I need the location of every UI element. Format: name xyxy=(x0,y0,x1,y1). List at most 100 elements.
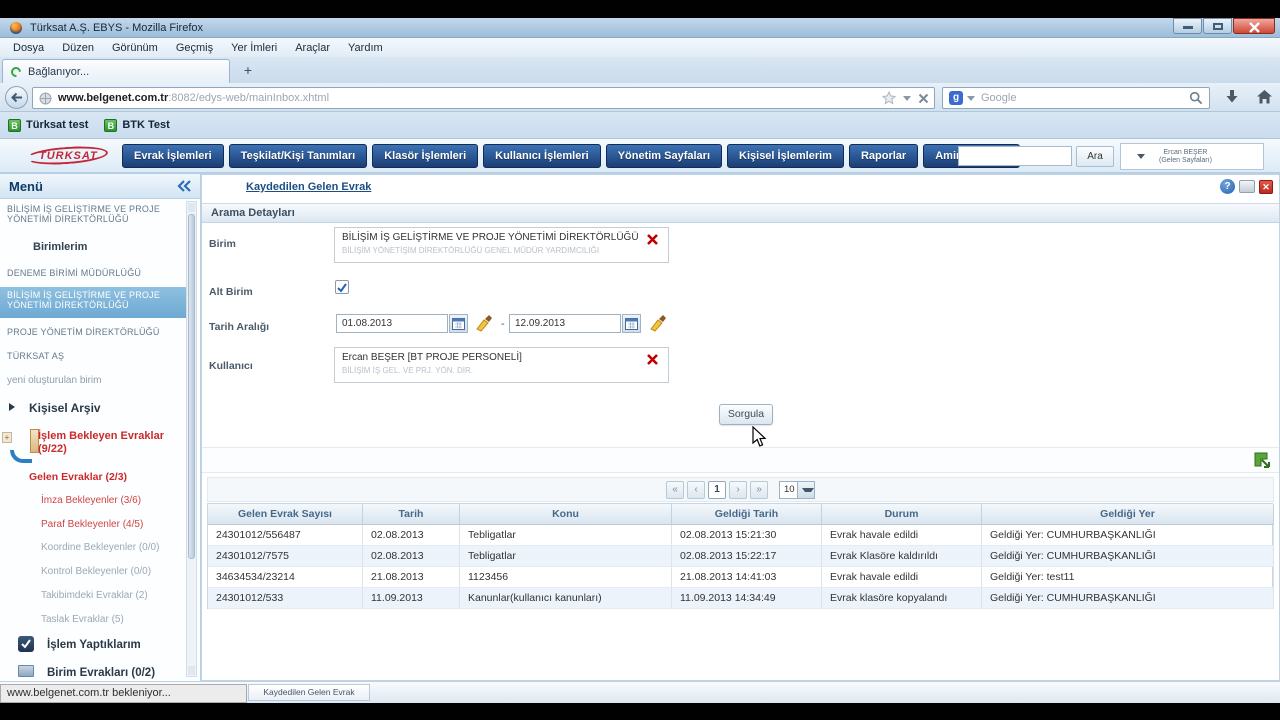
nav-klasor-islemleri[interactable]: Klasör İşlemleri xyxy=(372,144,478,168)
ara-button[interactable]: Ara xyxy=(1076,146,1114,167)
nav-kisisel-islemlerim[interactable]: Kişisel İşlemlerim xyxy=(727,144,844,168)
home-icon[interactable] xyxy=(1256,89,1273,105)
sidebar-scrollbar[interactable] xyxy=(186,201,197,677)
new-tab-button[interactable]: + xyxy=(238,62,258,80)
table-cell[interactable]: Evrak havale edildi xyxy=(822,567,982,588)
sidebar-item-gelen-evraklar[interactable]: Gelen Evraklar (2/3) xyxy=(22,471,206,483)
sidebar-item-selected-direktorluk[interactable]: BİLİŞİM İŞ GELİŞTİRME VE PROJE YÖNETİMİ … xyxy=(0,287,186,318)
nav-yonetim-sayfalari[interactable]: Yönetim Sayfaları xyxy=(606,144,722,168)
search-engine-dropdown-icon[interactable] xyxy=(967,96,975,101)
paginator-last-button[interactable]: » xyxy=(750,481,768,499)
sidebar-item-yeni-birim[interactable]: yeni oluşturulan birim xyxy=(0,375,184,386)
col-header-geldigi-tarih[interactable]: Geldiği Tarih xyxy=(672,504,822,525)
col-header-geldigi-yer[interactable]: Geldiği Yer xyxy=(982,504,1274,525)
col-header-durum[interactable]: Durum xyxy=(822,504,982,525)
scroll-down-icon[interactable] xyxy=(188,666,195,675)
sidebar-item-kisisel-arsiv[interactable]: Kişisel Arşiv xyxy=(22,401,206,415)
start-date-clear-icon[interactable] xyxy=(471,313,495,334)
start-date-calendar-icon[interactable] xyxy=(449,314,468,333)
table-cell[interactable]: 24301012/556487 xyxy=(208,525,363,546)
end-date-clear-icon[interactable] xyxy=(645,313,669,334)
menu-dosya[interactable]: Dosya xyxy=(4,40,53,56)
table-cell[interactable]: Tebligatlar xyxy=(460,525,672,546)
sorgula-button[interactable]: Sorgula xyxy=(719,404,773,425)
url-input[interactable]: www.belgenet.com.tr:8082/edys-web/mainIn… xyxy=(32,87,935,109)
table-cell[interactable]: 02.08.2013 15:21:30 xyxy=(672,525,822,546)
table-cell[interactable]: Geldiği Yer: test11 xyxy=(982,567,1274,588)
sidebar-item-deneme-birimi[interactable]: DENEME BİRİMİ MÜDÜRLÜĞÜ xyxy=(0,268,184,278)
menu-yardim[interactable]: Yardım xyxy=(339,40,392,56)
nav-evrak-islemleri[interactable]: Evrak İşlemleri xyxy=(122,144,224,168)
user-menu-dropdown[interactable]: Ercan BEŞER (Gelen Sayfaları) xyxy=(1120,143,1264,170)
col-header-tarih[interactable]: Tarih xyxy=(363,504,460,525)
sidebar-item-turksat-as[interactable]: TÜRKSAT AŞ xyxy=(0,351,184,361)
nav-teskilat-kisi-tanimlari[interactable]: Teşkilat/Kişi Tanımları xyxy=(229,144,368,168)
sidebar-item-direktorluk[interactable]: BİLİŞİM İŞ GELİŞTİRME VE PROJE YÖNETİMİ … xyxy=(0,204,184,224)
table-cell[interactable]: Geldiği Yer: CUMHURBAŞKANLIĞI xyxy=(982,525,1274,546)
start-date-input[interactable] xyxy=(336,314,448,333)
paginator-page-button[interactable]: 1 xyxy=(708,481,726,499)
sidebar-item-proje-yonetim[interactable]: PROJE YÖNETİM DİREKTÖRLÜĞÜ xyxy=(0,327,184,337)
table-cell[interactable]: 02.08.2013 xyxy=(363,525,460,546)
close-button[interactable] xyxy=(1233,18,1275,34)
paginator-first-button[interactable]: « xyxy=(666,481,684,499)
table-cell[interactable]: Geldiği Yer: CUMHURBAŞKANLIĞI xyxy=(982,546,1274,567)
bookmark-star-icon[interactable] xyxy=(882,91,896,105)
birim-value-box[interactable]: BİLİŞİM İŞ GELİŞTİRME VE PROJE YÖNETİMİ … xyxy=(334,227,669,263)
table-cell[interactable]: Tebligatlar xyxy=(460,546,672,567)
back-button[interactable] xyxy=(5,86,28,109)
table-cell[interactable]: 24301012/533 xyxy=(208,588,363,609)
table-cell[interactable]: 11.09.2013 14:34:49 xyxy=(672,588,822,609)
table-cell[interactable]: 21.08.2013 xyxy=(363,567,460,588)
table-cell[interactable]: 21.08.2013 14:41:03 xyxy=(672,567,822,588)
menu-yerimleri[interactable]: Yer İmleri xyxy=(222,40,286,56)
sidebar-collapse-icon[interactable] xyxy=(177,180,191,192)
menu-gorunum[interactable]: Görünüm xyxy=(103,40,167,56)
print-icon[interactable] xyxy=(1239,180,1255,193)
menu-araclar[interactable]: Araçlar xyxy=(286,40,339,56)
browser-search-input[interactable]: g Google xyxy=(942,87,1210,109)
minimize-button[interactable] xyxy=(1173,18,1202,34)
table-cell[interactable]: Evrak havale edildi xyxy=(822,525,982,546)
downloads-icon[interactable] xyxy=(1224,89,1240,105)
table-cell[interactable]: 02.08.2013 15:22:17 xyxy=(672,546,822,567)
paginator-next-button[interactable]: › xyxy=(729,481,747,499)
window-titlebar[interactable]: Türksat A.Ş. EBYS - Mozilla Firefox xyxy=(0,18,1280,38)
url-dropdown-icon[interactable] xyxy=(903,96,911,101)
tree-expander-icon[interactable]: + xyxy=(2,432,12,443)
search-icon[interactable] xyxy=(1189,91,1203,105)
table-cell[interactable]: Evrak Klasöre kaldırıldı xyxy=(822,546,982,567)
table-cell[interactable]: 1123456 xyxy=(460,567,672,588)
birim-clear-icon[interactable] xyxy=(646,233,659,246)
alt-birim-checkbox[interactable] xyxy=(335,280,349,294)
bookmark-btk-test[interactable]: B BTK Test xyxy=(104,119,169,132)
table-cell[interactable]: 11.09.2013 xyxy=(363,588,460,609)
nav-kullanici-islemleri[interactable]: Kullanıcı İşlemleri xyxy=(483,144,601,168)
col-header-konu[interactable]: Konu xyxy=(460,504,672,525)
col-header-gelen-evrak-sayisi[interactable]: Gelen Evrak Sayısı xyxy=(208,504,363,525)
table-cell[interactable]: 34634534/23214 xyxy=(208,567,363,588)
maximize-button[interactable] xyxy=(1203,18,1232,34)
paginator-prev-button[interactable]: ‹ xyxy=(687,481,705,499)
kullanici-value-box[interactable]: Ercan BEŞER [BT PROJE PERSONELİ] BİLİŞİM… xyxy=(334,347,669,383)
table-cell[interactable]: Evrak klasöre kopyalandı xyxy=(822,588,982,609)
nav-raporlar[interactable]: Raporlar xyxy=(849,144,918,168)
app-search-input[interactable] xyxy=(958,146,1072,166)
menu-gecmis[interactable]: Geçmiş xyxy=(167,40,222,56)
taskbar-tab-kaydedilen-gelen-evrak[interactable]: Kaydedilen Gelen Evrak xyxy=(248,684,370,701)
table-cell[interactable]: Geldiği Yer: CUMHURBAŞKANLIĞI xyxy=(982,588,1274,609)
table-cell[interactable]: Kanunlar(kullanıcı kanunları) xyxy=(460,588,672,609)
bookmark-turksat-test[interactable]: B Türksat test xyxy=(8,119,88,132)
sidebar-item-birimlerim[interactable]: Birimlerim xyxy=(26,241,210,253)
panel-close-icon[interactable]: ✕ xyxy=(1259,180,1273,194)
end-date-input[interactable] xyxy=(509,314,621,333)
table-cell[interactable]: 24301012/7575 xyxy=(208,546,363,567)
end-date-calendar-icon[interactable] xyxy=(622,314,641,333)
export-icon[interactable] xyxy=(1253,451,1271,468)
stop-icon[interactable] xyxy=(918,93,929,104)
help-icon[interactable]: ? xyxy=(1220,179,1235,194)
page-size-select[interactable]: 10 xyxy=(779,481,815,499)
sidebar-scroll-thumb[interactable] xyxy=(188,214,195,559)
table-cell[interactable]: 02.08.2013 xyxy=(363,546,460,567)
menu-duzen[interactable]: Düzen xyxy=(53,40,103,56)
